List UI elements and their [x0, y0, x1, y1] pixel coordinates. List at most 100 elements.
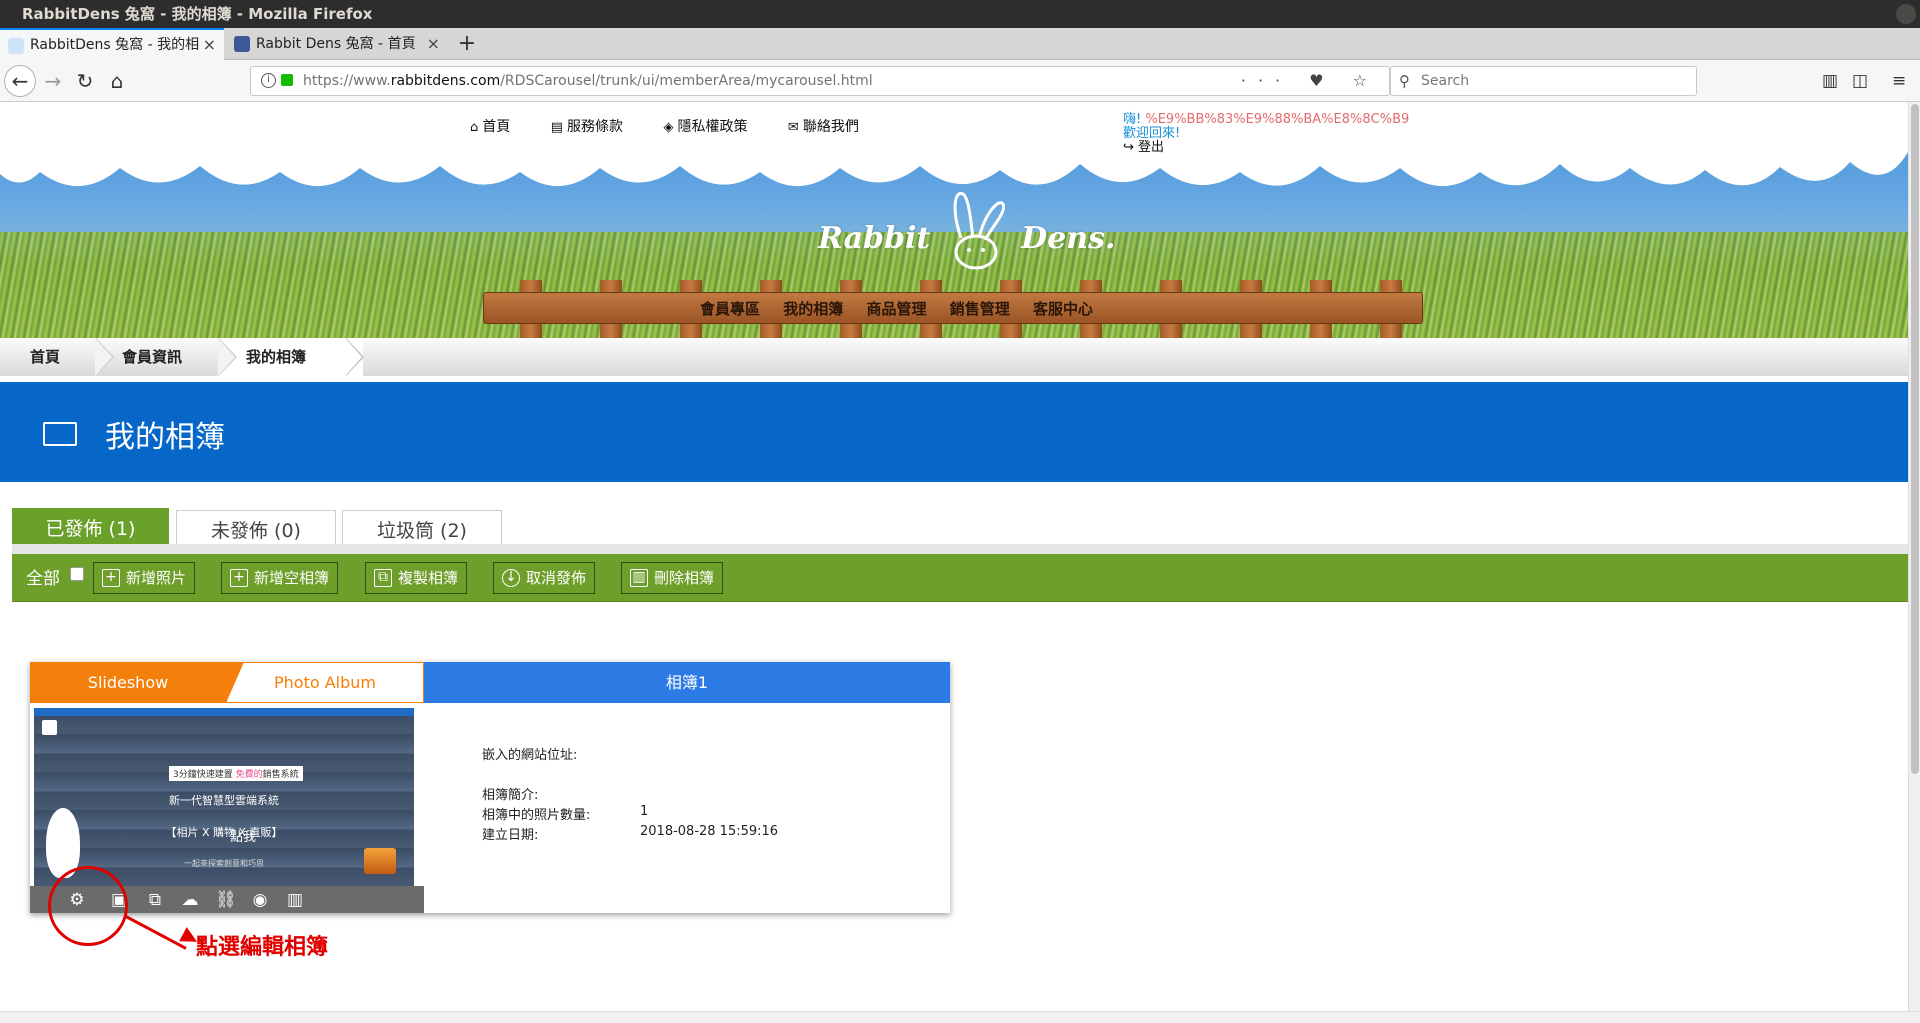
- reload-button[interactable]: ↻: [70, 66, 100, 96]
- top-menu-label: 隱私權政策: [677, 119, 748, 135]
- top-menu: ⌂ 首頁 ▤ 服務條款 ◈ 隱私權政策 ✉ 聯絡我們: [470, 116, 895, 136]
- photo-count-value: 1: [640, 804, 649, 819]
- url-bar[interactable]: i https://www.rabbitdens.com/RDSCarousel…: [250, 66, 1390, 96]
- top-menu-terms[interactable]: ▤ 服務條款: [551, 119, 641, 135]
- horizontal-scrollbar[interactable]: [0, 1011, 1920, 1023]
- cloud-download-icon[interactable]: ☁: [180, 890, 200, 910]
- top-menu-contact[interactable]: ✉ 聯絡我們: [788, 119, 877, 135]
- browser-tab-home[interactable]: Rabbit Dens 兔窩 - 首頁 ×: [226, 28, 448, 60]
- trash-icon[interactable]: ▥: [285, 890, 305, 910]
- delete-album-button[interactable]: ▥ 刪除相簿: [621, 562, 724, 594]
- tab-label: RabbitDens 兔窩 - 我的相: [30, 37, 200, 53]
- add-empty-album-button[interactable]: + 新增空相簿: [221, 562, 339, 594]
- logout-icon: ↪: [1123, 140, 1139, 155]
- forward-button[interactable]: →: [38, 66, 68, 96]
- vertical-scrollbar[interactable]: [1908, 102, 1920, 1011]
- logout-link[interactable]: ↪ 登出: [1123, 141, 1409, 155]
- main-menu-sales[interactable]: 銷售管理: [950, 300, 1010, 318]
- info-icon[interactable]: i: [261, 73, 276, 88]
- breadcrumb-separator: [218, 338, 235, 376]
- tab-slideshow[interactable]: Slideshow: [30, 662, 226, 703]
- button-label: 新增照片: [126, 569, 187, 587]
- thumb-headline-a: 3分鐘快速建置: [173, 770, 233, 780]
- thumb-headline-c: 銷售系統: [262, 770, 299, 780]
- new-tab-button[interactable]: +: [452, 28, 482, 60]
- thumb-top-strip: [34, 708, 414, 716]
- album-thumbnail[interactable]: 3分鐘快速建置 免費的銷售系統 新一代智慧型雲端系統 【相片 X 購物 X 直販…: [34, 708, 414, 886]
- breadcrumb-member-info[interactable]: 會員資訊: [122, 338, 182, 376]
- copy-icon: ⧉: [374, 569, 392, 587]
- scrollbar-thumb[interactable]: [1911, 104, 1919, 774]
- thumb-tagline: 【相片 X 購物 X 直販】: [165, 826, 283, 839]
- url-prefix: https://www.: [303, 73, 391, 89]
- main-menu-member[interactable]: 會員專區: [700, 300, 760, 318]
- add-photo-button[interactable]: + 新增照片: [93, 562, 196, 594]
- plus-icon: +: [102, 569, 120, 587]
- bunny-logo-icon: [941, 188, 1011, 278]
- top-menu-label: 首頁: [482, 119, 511, 135]
- main-menu-products[interactable]: 商品管理: [867, 300, 927, 318]
- greeting-username: %E9%BB%83%E9%88%BA%E8%8C%B9: [1145, 112, 1410, 127]
- site-logo[interactable]: Rabbit Dens.: [818, 188, 1115, 278]
- user-greeting: 嗨! %E9%BB%83%E9%88%BA%E8%8C%B9 歡迎回來! ↪ 登…: [1123, 113, 1409, 155]
- browser-tabbar: RabbitDens 兔窩 - 我的相 × Rabbit Dens 兔窩 - 首…: [0, 28, 1920, 60]
- embed-url-label: 嵌入的網站位址:: [482, 748, 578, 763]
- close-tab-icon[interactable]: ×: [203, 30, 216, 60]
- facebook-favicon-icon: [234, 36, 250, 52]
- thumb-headline: 3分鐘快速建置 免費的銷售系統: [169, 766, 303, 781]
- photo-icon: [43, 422, 77, 446]
- page-actions-icons[interactable]: ··· ♥ ☆: [1241, 67, 1379, 95]
- top-menu-label: 聯絡我們: [802, 119, 859, 135]
- back-button[interactable]: ←: [4, 65, 36, 97]
- top-menu-privacy[interactable]: ◈ 隱私權政策: [663, 119, 765, 135]
- fries-icon: [364, 848, 396, 874]
- button-label: 刪除相簿: [654, 569, 715, 587]
- sidebar-icon[interactable]: ◫: [1852, 66, 1868, 96]
- breadcrumb-my-albums: 我的相簿: [246, 348, 307, 366]
- main-menu-support[interactable]: 客服中心: [1033, 300, 1093, 318]
- button-label: 取消發佈: [526, 569, 587, 587]
- search-placeholder: Search: [1421, 73, 1470, 89]
- top-menu-label: 服務條款: [567, 119, 624, 135]
- photo-count-label: 相簿中的照片數量:: [482, 808, 591, 823]
- search-input[interactable]: ⚲ Search: [1390, 66, 1697, 96]
- clouds-decoration: [0, 102, 1908, 187]
- library-icon[interactable]: ▥: [1822, 66, 1838, 96]
- lock-icon: [281, 74, 293, 86]
- logout-label: 登出: [1138, 140, 1165, 155]
- logo-left-text: Rabbit: [818, 221, 931, 256]
- rabbit-favicon-icon: [8, 38, 24, 54]
- browser-tab-mycarousel[interactable]: RabbitDens 兔窩 - 我的相 ×: [0, 28, 224, 60]
- plus-icon: +: [230, 569, 248, 587]
- page-title-banner: 我的相簿: [0, 382, 1908, 482]
- url-path: /RDSCarousel/trunk/ui/memberArea/mycarou…: [500, 73, 873, 89]
- copy-icon[interactable]: ⧉: [145, 890, 165, 910]
- annotation-text: 點選編輯相簿: [196, 935, 329, 960]
- site-header: ⌂ 首頁 ▤ 服務條款 ◈ 隱私權政策 ✉ 聯絡我們 嗨! %E9%BB%83%E9%8…: [0, 102, 1908, 338]
- home-button[interactable]: ⌂: [102, 66, 132, 96]
- search-icon: ⚲: [1399, 72, 1410, 90]
- home-icon: ⌂: [470, 120, 479, 135]
- main-menu: 會員專區 我的相簿 商品管理 銷售管理 客服中心: [700, 298, 1111, 319]
- album-select-checkbox[interactable]: [42, 720, 57, 735]
- select-all-checkbox[interactable]: [70, 567, 84, 581]
- greeting-hi: 嗨!: [1123, 112, 1142, 127]
- close-tab-icon[interactable]: ×: [427, 28, 440, 60]
- breadcrumb-separator: [345, 338, 362, 376]
- tab-photo-album[interactable]: Photo Album: [226, 662, 424, 703]
- cloud-download-icon: ↓: [502, 569, 520, 587]
- greeting-welcome: 歡迎回來!: [1123, 126, 1181, 141]
- link-icon[interactable]: ⛓: [215, 890, 237, 910]
- mail-icon: ✉: [787, 120, 799, 135]
- menu-icon[interactable]: ≡: [1892, 66, 1906, 96]
- thumb-subtitle: 新一代智慧型雲端系統: [169, 794, 279, 807]
- copy-album-button[interactable]: ⧉ 複製相簿: [365, 562, 468, 594]
- eye-icon[interactable]: ◉: [250, 890, 270, 910]
- top-menu-home[interactable]: ⌂ 首頁: [470, 119, 528, 135]
- button-label: 複製相簿: [398, 569, 459, 587]
- close-window-button[interactable]: [1896, 4, 1916, 24]
- unpublish-button[interactable]: ↓ 取消發佈: [493, 562, 596, 594]
- breadcrumb-home[interactable]: 首頁: [30, 338, 60, 376]
- main-menu-albums[interactable]: 我的相簿: [783, 300, 843, 318]
- button-label: 新增空相簿: [254, 569, 330, 587]
